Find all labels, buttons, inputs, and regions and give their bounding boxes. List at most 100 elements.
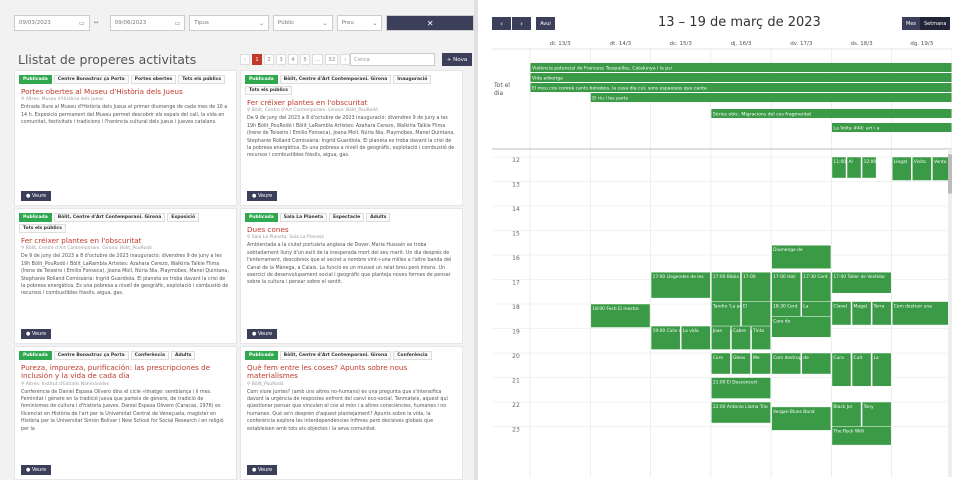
scrollbar-thumb[interactable] <box>948 154 952 194</box>
view-button[interactable]: ● Veure <box>21 191 52 201</box>
month-view-button[interactable]: Mes <box>902 17 920 30</box>
event-title: 18:00 Festi El mestre <box>592 306 639 312</box>
card-location: ⚲ Sala La Planeta: Sala La Planeta <box>247 235 324 241</box>
view-button[interactable]: ● Veure <box>21 329 52 339</box>
category-tag: Tots els públics <box>245 86 292 95</box>
page-link[interactable]: 5 <box>300 54 310 65</box>
category-tag: Bòlit, Centre d'Art Contemporani. Girona <box>279 351 392 360</box>
event-title: 21:00 El Desconcert <box>713 380 758 386</box>
hour-label: 13 <box>512 182 520 189</box>
card-title[interactable]: Dues cones <box>241 222 462 235</box>
prev-week-button[interactable]: ‹ <box>492 17 511 30</box>
event-title: 12:00 <box>864 159 877 165</box>
card-location: ⚲ Bòlit, Centre d'Art Contemporani. Giro… <box>247 108 378 114</box>
category-tag: Adults <box>366 213 391 222</box>
clear-filters-button[interactable]: ✕ <box>386 15 475 31</box>
day-header: dv. 17/3 <box>790 41 813 47</box>
event-title: Tony <box>863 404 874 410</box>
card-title[interactable]: Portes obertes al Museu d'Història dels … <box>15 84 236 97</box>
card-description: Ambientada a la ciutat portuària anglesa… <box>247 243 452 286</box>
category-tag: Tots els públics <box>19 224 66 233</box>
category-tag: Espectacle <box>329 213 365 222</box>
card-title[interactable]: Què fem entre les coses? Apunts sobre no… <box>241 360 462 382</box>
event-title: 11:00 <box>833 159 846 165</box>
event-title: 17:00 <box>743 274 756 280</box>
activity-card: Publicada Bòlit, Centre d'Art Contemporan… <box>14 208 237 344</box>
filter-bar: 09/03/2023 ▭ ↔ 09/06/2023 ▭ Tipus ⌄ Públic ⌄… <box>14 15 475 33</box>
card-tags: Publicada Bòlit, Centre d'Art Contemporan… <box>15 209 236 233</box>
card-description: De 9 de juny del 2023 a 8 d'octubre de 2… <box>21 254 229 297</box>
date-to-field[interactable]: 09/06/2023 ▭ <box>109 15 186 31</box>
page-link[interactable]: 2 <box>264 54 274 65</box>
new-activity-button[interactable]: + Nova <box>442 53 472 66</box>
view-button[interactable]: ● Veure <box>21 465 52 475</box>
page-link[interactable]: 32 <box>325 54 339 65</box>
event-title: Cabre <box>733 328 746 334</box>
date-to-value: 09/06/2023 <box>114 20 147 26</box>
event-title: Magat <box>854 304 868 310</box>
category-tag: Bòlit, Centre d'Art Contemporani. Girona <box>279 75 392 84</box>
event-title: Cura <box>833 355 844 361</box>
event-title: Violència potencial de Francesc Tosquell… <box>532 64 672 71</box>
page-link[interactable]: 3 <box>276 54 286 65</box>
day-header: dl. 13/3 <box>550 41 571 47</box>
view-button[interactable]: ● Veure <box>247 191 278 201</box>
hour-label: 17 <box>512 280 520 287</box>
close-icon: ✕ <box>426 18 434 28</box>
chevron-down-icon: ⌄ <box>322 19 328 27</box>
card-tags: Publicada Centre Bonastruc ça Porta Portes… <box>15 71 236 84</box>
event-block[interactable] <box>530 73 952 82</box>
status-badge: Publicada <box>19 213 52 222</box>
scrollbar[interactable] <box>948 149 952 477</box>
category-tag: Tots els públics <box>178 75 226 84</box>
today-button[interactable]: Avui <box>536 17 555 30</box>
price-select-value: Preu <box>341 20 354 26</box>
event-title: Vergan Blues Band <box>773 409 815 415</box>
category-tag: Centre Bonastruc ça Porta <box>53 351 129 360</box>
event-title: de <box>803 355 809 361</box>
day-header: dc. 15/3 <box>670 41 693 47</box>
activity-card: Publicada Bòlit, Centre d'Art Contemporan… <box>240 346 463 480</box>
card-title[interactable]: Fer créixer plantes en l'obscuritat <box>15 233 236 246</box>
card-title[interactable]: Pureza, impureza, purificación: las pres… <box>15 360 236 382</box>
activity-card: Publicada Sala La Planeta Espectacle Adults… <box>240 208 463 344</box>
category-tag: Exposició <box>167 213 200 222</box>
page-link[interactable]: 4 <box>288 54 298 65</box>
event-title: La <box>874 355 879 361</box>
page-link[interactable]: 1 <box>252 54 262 65</box>
page-link[interactable]: ... <box>312 54 324 65</box>
category-tag: Bòlit, Centre d'Art Contemporani. Girona <box>53 213 166 222</box>
event-title: Venta <box>934 159 947 165</box>
type-select[interactable]: Tipus ⌄ <box>189 15 269 31</box>
week-view-button[interactable]: Setmana <box>920 17 951 30</box>
card-description: Com viure juntes? (amb uns altres no-hum… <box>247 389 448 432</box>
allday-label: dia <box>494 90 503 97</box>
event-title: El <box>743 304 747 310</box>
activity-card: Publicada Centre Bonastruc ça Porta Portes… <box>14 70 237 206</box>
card-tags: Publicada Bòlit, Centre d'Art Contemporan… <box>241 347 462 360</box>
view-button[interactable]: ● Veure <box>247 465 278 475</box>
page-link[interactable]: ‹ <box>240 54 250 65</box>
category-tag: Adults <box>171 351 196 360</box>
chevron-left-icon: ‹ <box>500 19 503 28</box>
event-block[interactable] <box>590 93 952 102</box>
day-header: dt. 14/3 <box>610 41 632 47</box>
card-title[interactable]: Fer créixer plantes en l'obscuritat <box>241 95 462 108</box>
event-title: Al <box>849 159 853 165</box>
event-title: Visita <box>914 159 926 165</box>
calendar-icon: ▭ <box>78 19 85 27</box>
card-location: ⚲ Bòlit, Centre d'Art Contemporani. Giro… <box>21 246 152 252</box>
page-title: Llistat de properes activitats <box>18 52 197 67</box>
calendar-nav: ‹ › Avui <box>492 17 555 30</box>
audience-select[interactable]: Públic ⌄ <box>272 15 333 31</box>
hour-label: 16 <box>512 255 520 262</box>
view-button[interactable]: ● Veure <box>247 329 278 339</box>
search-input[interactable]: Cerca <box>350 53 435 66</box>
event-title: Black Jor <box>833 404 852 410</box>
event-title: Gleas <box>733 355 746 361</box>
event-title: 17:30 Cent <box>803 274 828 280</box>
price-select[interactable]: Preu ⌄ <box>336 15 383 31</box>
date-from-field[interactable]: 09/03/2023 ▭ <box>14 15 90 31</box>
next-week-button[interactable]: › <box>512 17 531 30</box>
page-link[interactable]: › <box>340 54 351 65</box>
